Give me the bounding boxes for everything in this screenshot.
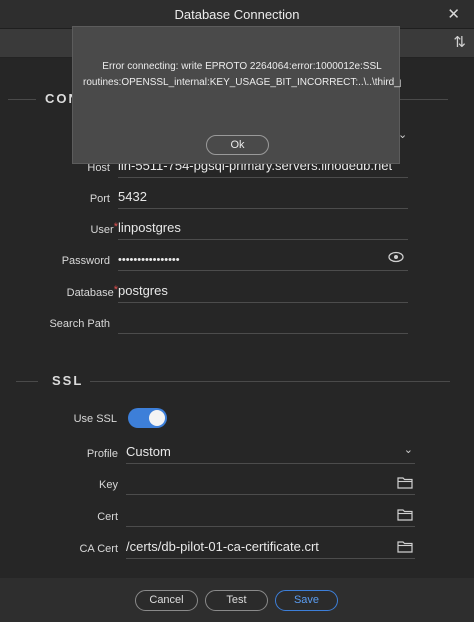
window-title: Database Connection [174,6,300,22]
database-value: postgres [118,283,168,298]
ca-cert-label-row: CA Cert [0,540,118,562]
use-ssl-label: Use SSL [73,413,117,425]
sort-icon[interactable]: ⇅ [453,33,466,51]
close-icon[interactable]: ✕ [447,5,460,23]
cert-field[interactable] [126,505,415,527]
ssl-section-header: SSL [16,372,450,392]
port-label: Port [89,193,110,205]
ssl-section-label: SSL [52,373,84,388]
port-value: 5432 [118,189,147,204]
password-value: •••••••••••••••• [118,254,180,266]
error-dialog: Error connecting: write EPROTO 2264064:e… [72,26,401,164]
ca-cert-field[interactable]: /certs/db-pilot-01-ca-certificate.crt [126,537,415,559]
divider [8,99,36,100]
eye-icon[interactable] [388,251,404,266]
title-bar: Database Connection ✕ [0,0,474,29]
port-field[interactable]: 5432 [118,187,408,209]
ca-cert-label: CA Cert [79,543,118,555]
database-field[interactable]: postgres [118,281,408,303]
user-label: User [90,224,114,236]
cert-label: Cert [97,511,118,523]
search-path-field[interactable] [118,312,408,334]
chevron-down-icon: ⌄ [403,444,413,456]
profile-value: Custom [126,444,171,459]
profile-select[interactable]: Custom ⌄ [126,442,415,464]
password-field[interactable]: •••••••••••••••• [118,249,408,271]
error-message: Error connecting: write EPROTO 2264064:e… [83,59,401,91]
key-label-row: Key [0,476,118,498]
folder-icon[interactable] [397,476,413,492]
cert-label-row: Cert [0,508,118,530]
search-path-label: Search Path [49,318,110,330]
search-path-label-row: Search Path [0,315,110,337]
key-field[interactable] [126,473,415,495]
database-label-row: Database* [0,284,118,306]
user-field[interactable]: linpostgres [118,218,408,240]
divider [16,381,38,382]
password-label: Password [61,255,110,267]
user-label-row: User* [0,221,118,243]
password-label-row: Password [0,252,110,274]
cancel-button[interactable]: Cancel [135,590,198,611]
error-message-line: Error connecting: write EPROTO 2264064:e… [102,61,382,72]
use-ssl-label-row: Use SSL [0,410,117,432]
port-label-row: Port [0,190,110,212]
ok-button[interactable]: Ok [206,135,269,155]
user-label-wrap: User* [90,221,118,236]
use-ssl-toggle[interactable] [128,408,167,428]
key-label: Key [99,479,118,491]
save-button[interactable]: Save [275,590,338,611]
profile-label-row: Profile [0,445,118,467]
folder-icon[interactable] [397,508,413,524]
user-value: linpostgres [118,220,181,235]
database-label: Database [66,287,114,299]
ca-cert-value: /certs/db-pilot-01-ca-certificate.crt [126,539,319,554]
folder-icon[interactable] [397,540,413,556]
toggle-knob [149,410,165,426]
error-message-line: routines:OPENSSL_internal:KEY_USAGE_BIT_… [83,77,401,88]
profile-label: Profile [86,448,118,460]
database-label-wrap: Database* [66,284,118,299]
test-button[interactable]: Test [205,590,268,611]
divider [90,381,450,382]
